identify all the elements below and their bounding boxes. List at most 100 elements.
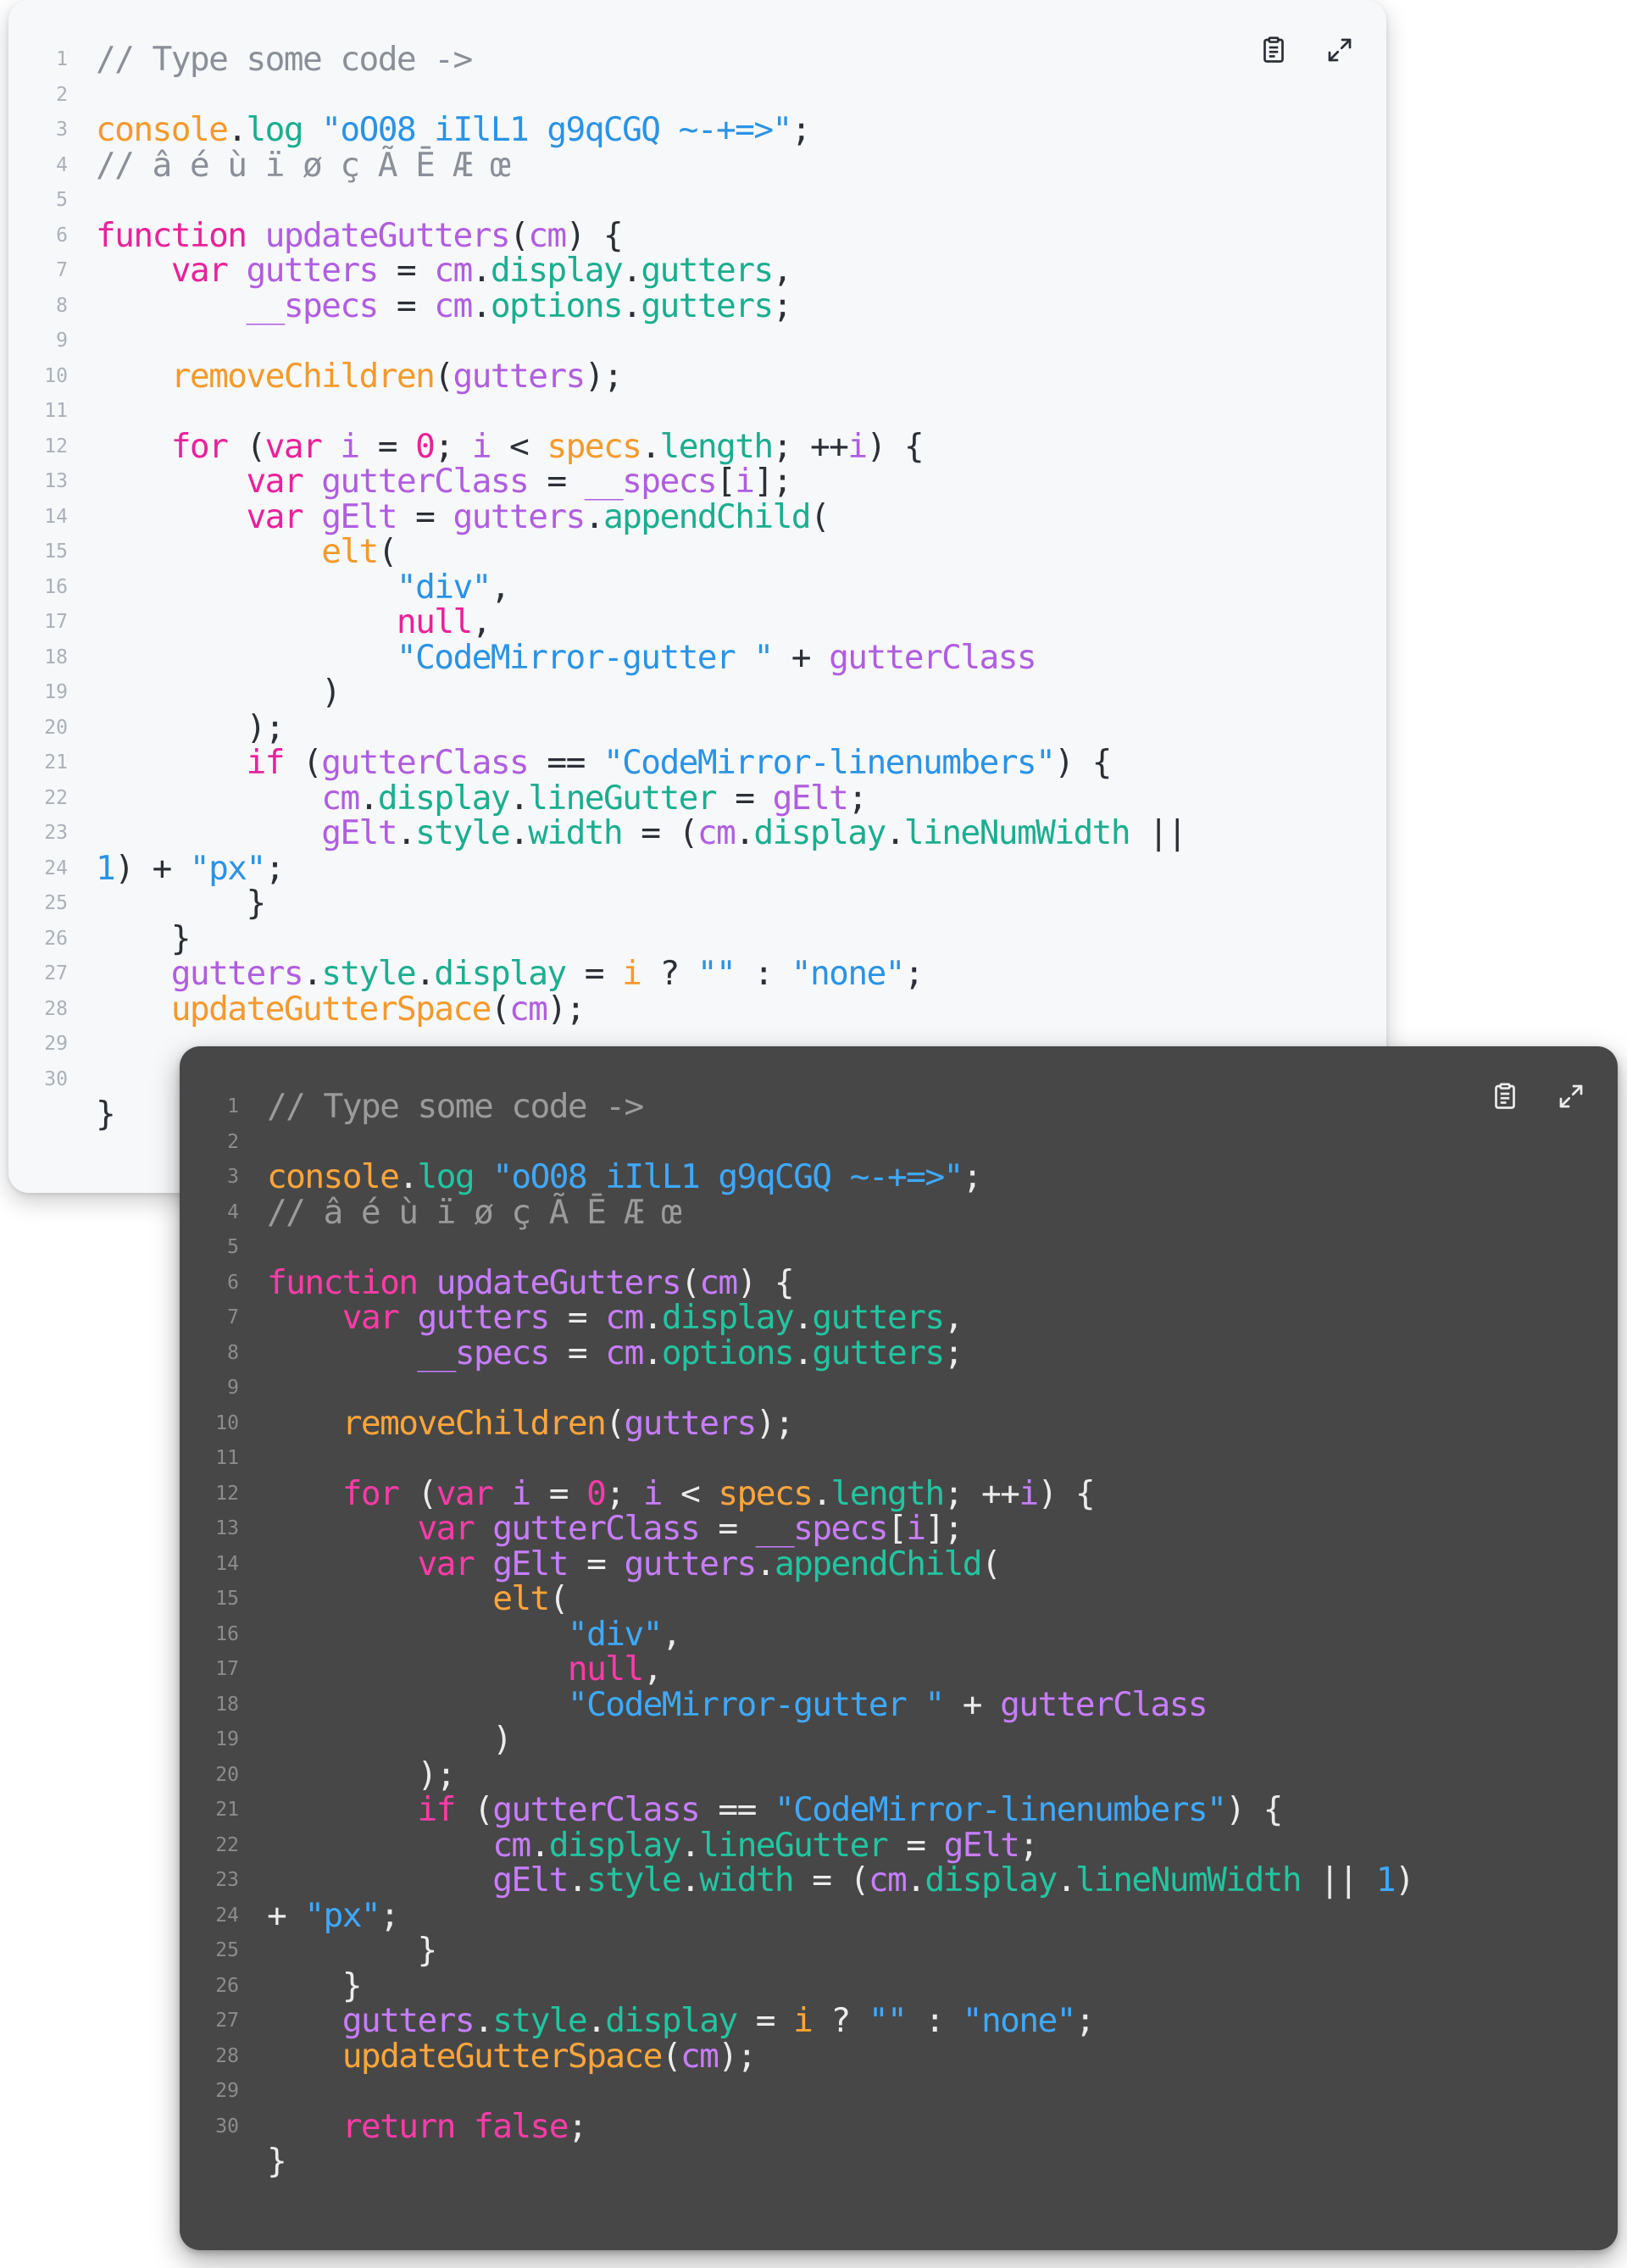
code-line: 20 ); (180, 1757, 1618, 1794)
code-line: 30 return false; (180, 2106, 1618, 2146)
code-token: gutters (453, 496, 586, 536)
line-number: 28 (44, 997, 68, 1020)
code-text: // Type some code -> (96, 42, 473, 78)
line-number: 16 (44, 575, 68, 598)
code-text: "div", (267, 1616, 682, 1653)
code-token: ( (509, 215, 530, 255)
line-number: 14 (44, 505, 68, 528)
line-number: 30 (44, 1067, 68, 1090)
code-token: ; (772, 286, 793, 325)
code-text: console.log "oO08 iIlL1 g9qCGQ ~-+=>"; (267, 1157, 983, 1196)
code-line: 23 gElt.style.width = (cm.display.lineNu… (180, 1860, 1618, 1899)
line-number: 21 (215, 1799, 239, 1821)
line-number: 13 (215, 1517, 239, 1539)
code-token: ) (96, 673, 342, 712)
code-editor-dark[interactable]: 1// Type some code -> 2 3 console.log "oO08… (180, 1046, 1618, 2250)
code-token: null (396, 602, 473, 641)
code-line: 23 gElt.style.width = (cm.display.lineNu… (8, 813, 1386, 852)
code-token: i (847, 426, 868, 466)
code-token: gutters (812, 1333, 945, 1372)
code-token: __specs (246, 286, 379, 325)
line-number: 13 (44, 470, 68, 492)
code-token: var (246, 462, 303, 501)
code-token: || (1130, 813, 1187, 852)
code-token: "oO08 iIlL1 g9qCGQ ~-+=>" (492, 1157, 963, 1196)
code-token: display (661, 1298, 795, 1337)
line-number: 10 (44, 364, 68, 387)
code-token: cm (492, 1825, 531, 1865)
code-line: 11 (180, 1441, 1618, 1477)
code-line: 26 } (180, 1968, 1618, 2005)
code-text: gutters.style.display = i ? "" : "none"; (96, 954, 925, 993)
code-line: 19 ) (180, 1722, 1618, 1758)
code-token: gutterClass (492, 1790, 701, 1829)
line-number: 4 (56, 153, 68, 176)
code-token: cm (434, 251, 473, 290)
code-token: appendChild (774, 1544, 983, 1583)
code-token: == (528, 743, 603, 782)
code-line: 28 updateGutterSpace(cm); (8, 989, 1386, 1029)
code-token: ? (641, 954, 697, 993)
code-area[interactable]: 1// Type some code -> 2 3 console.log "oO08… (8, 42, 1386, 1133)
code-token: ; (567, 2106, 588, 2146)
code-text: gElt.style.width = (cm.display.lineNumWi… (267, 1860, 1415, 1899)
code-token: , (772, 251, 793, 290)
line-number: 24 (44, 857, 68, 879)
code-line: 16 "div", (8, 567, 1386, 607)
code-token: ( (454, 1790, 494, 1829)
code-token: i (340, 426, 360, 466)
code-token: cm (528, 215, 567, 255)
code-text: gElt.style.width = (cm.display.lineNumWi… (96, 813, 1187, 852)
code-line: 27 gutters.style.display = i ? "" : "non… (180, 2001, 1618, 2040)
code-line: 12 for (var i = 0; i < specs.length; ++i… (180, 1473, 1618, 1513)
code-token: , (490, 567, 511, 607)
code-token: lineNumWidth (1074, 1860, 1302, 1899)
code-line: 5 (180, 1230, 1618, 1266)
code-token: gutters (624, 1403, 757, 1443)
code-token: "none" (791, 954, 906, 993)
code-token: . (642, 1298, 664, 1337)
code-token: var (436, 1473, 494, 1513)
code-text: null, (267, 1651, 664, 1688)
code-token: console (96, 110, 229, 149)
line-number: 7 (56, 259, 68, 281)
line-number: 1 (56, 48, 68, 70)
code-token: "CodeMirror-linenumbers" (774, 1790, 1227, 1829)
code-token: ( (490, 989, 511, 1029)
code-token: . (793, 1298, 814, 1337)
code-editor-light[interactable]: 1// Type some code -> 2 3 console.log "oO08… (8, 0, 1386, 1193)
code-token: lineGutter (699, 1825, 888, 1865)
code-line: 8 __specs = cm.options.gutters; (8, 286, 1386, 325)
code-token: ( (605, 1403, 625, 1443)
code-text: var gutters = cm.display.gutters, (267, 1298, 964, 1337)
code-token: ); (96, 707, 285, 747)
code-text: "CodeMirror-gutter " + gutterClass (96, 640, 1037, 676)
line-number: 15 (215, 1588, 239, 1610)
code-token: updateGutterSpace (170, 989, 492, 1029)
code-line: 15 elt( (8, 534, 1386, 570)
code-area[interactable]: 1// Type some code -> 2 3 console.log "oO08… (180, 1089, 1618, 2180)
code-token: "" (868, 2001, 908, 2040)
line-number: 22 (44, 786, 68, 809)
code-token: . (396, 813, 417, 852)
code-text: } (267, 1968, 363, 2005)
code-token: ; (1074, 2001, 1096, 2040)
code-text: __specs = cm.options.gutters; (96, 286, 793, 325)
line-number: 17 (44, 611, 68, 633)
code-token: } (96, 918, 192, 958)
line-number: 27 (44, 962, 68, 984)
code-text: cm.display.lineGutter = gElt; (267, 1825, 1039, 1865)
code-line: 4 // â é ù ï ø ç Ã Ē Æ œ (8, 147, 1386, 184)
line-number: 26 (44, 927, 68, 950)
